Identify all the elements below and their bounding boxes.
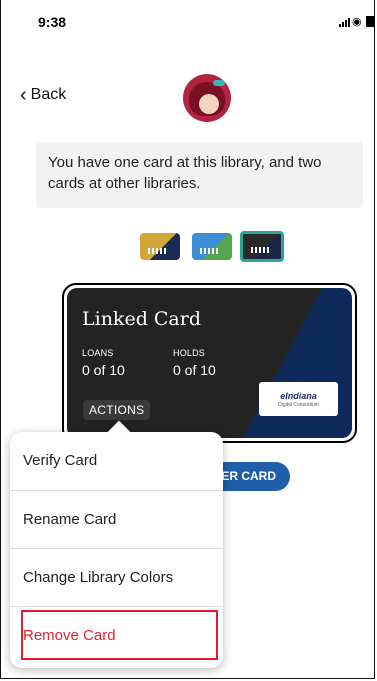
screenshot-border: [0, 0, 375, 679]
